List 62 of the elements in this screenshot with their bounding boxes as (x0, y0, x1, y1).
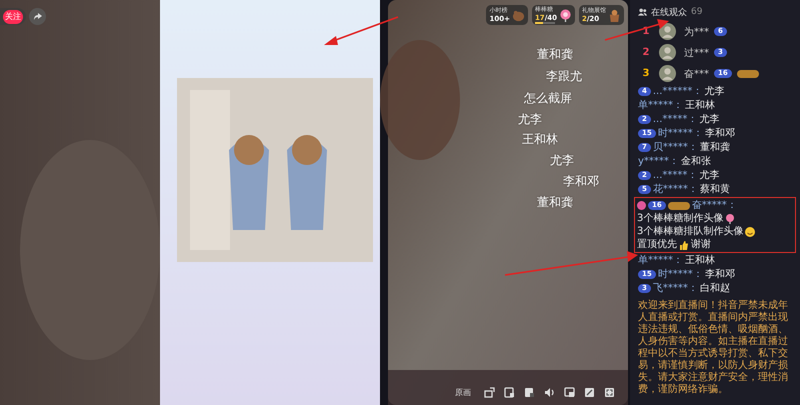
user-name: 飞*****： (652, 282, 698, 295)
user-name: 花*****： (652, 183, 698, 196)
message-text: 董和龚 (700, 141, 730, 154)
lollipop-icon (559, 8, 572, 22)
user-name: ...*****： (652, 113, 698, 126)
quality-button[interactable]: 原画 (455, 386, 471, 398)
panel-title: 在线观众 (651, 6, 687, 18)
message-text: 置顶优先 (637, 238, 677, 251)
annotation-arrow (604, 19, 669, 41)
user-name: 单*****： (638, 254, 683, 267)
message-text: 3个棒棒糖制作头像 (637, 212, 724, 225)
message-text: 金和张 (680, 155, 711, 168)
danmaku-text: 董和龚 (537, 46, 573, 63)
danmaku-text: 李和邓 (563, 173, 599, 190)
people-icon (638, 8, 647, 16)
rank-number: 3 (642, 68, 650, 79)
user-name: ...*****： (652, 169, 698, 182)
message-text: 蔡和黄 (700, 183, 730, 196)
danmaku-text: 王和林 (522, 131, 558, 148)
smiley-icon (745, 226, 756, 236)
rank-number: 2 (642, 47, 650, 58)
message-text: 王和林 (685, 99, 715, 112)
message-text: 李和邓 (704, 268, 735, 281)
user-name: y*****： (638, 155, 679, 168)
message-text: 白和赵 (700, 282, 730, 295)
viewer-name: 奋*** (684, 68, 709, 80)
avatar[interactable] (659, 23, 676, 40)
picture-in-picture-icon[interactable] (563, 386, 575, 398)
system-notice: 欢迎来到直播间！抖音严禁未成年人直播或打赏。直播间内严禁出现违法违规、低俗色情、吸烟酗酒、人身伤害等内容。如主播在直播过程中以不当方式诱导打赏、私下交易，请谨慎判断，以防人身财产损失。请大家注意财产安全，理性消费，谨防网络诈骗。 (638, 300, 789, 396)
viewer-name: 为*** (684, 26, 709, 38)
danmaku-text: 尤李 (518, 111, 542, 128)
message-text: 谢谢 (691, 238, 711, 251)
danmaku-text: 李跟尤 (546, 68, 582, 85)
bag-icon (608, 8, 621, 22)
message-text: 3个棒棒糖排队制作头像 (637, 225, 744, 238)
lollipop-icon (725, 214, 736, 224)
viewer-name: 过*** (684, 46, 709, 60)
thumbs-up-icon (679, 240, 689, 250)
user-name: ...******： (652, 85, 702, 98)
message-text: 尤李 (699, 113, 720, 126)
message-text: 尤李 (704, 85, 724, 98)
danmaku-text: 怎么截屏 (524, 90, 572, 107)
user-name: 时*****： (658, 268, 703, 281)
creature-icon (512, 8, 525, 22)
honor-icon (637, 201, 646, 210)
avatar[interactable] (659, 44, 676, 61)
danmaku-text: 尤李 (550, 152, 574, 169)
user-name: 单*****： (638, 99, 683, 112)
screen-icon[interactable] (503, 386, 515, 398)
rotate-icon[interactable] (483, 386, 495, 398)
share-icon (34, 13, 42, 20)
danmaku-text: 董和龚 (537, 194, 573, 211)
message-text: 王和林 (685, 254, 715, 267)
volume-icon[interactable] (543, 386, 555, 398)
user-name: 奋*****： (692, 199, 737, 212)
message-text: 尤李 (699, 169, 720, 182)
user-name: 时*****： (658, 127, 703, 140)
user-name: 贝*****： (652, 141, 698, 154)
avatar[interactable] (659, 65, 676, 82)
follow-button[interactable]: 关注 (3, 10, 23, 24)
viewer-count: 69 (691, 7, 702, 17)
message-text: 李和邓 (704, 127, 735, 140)
